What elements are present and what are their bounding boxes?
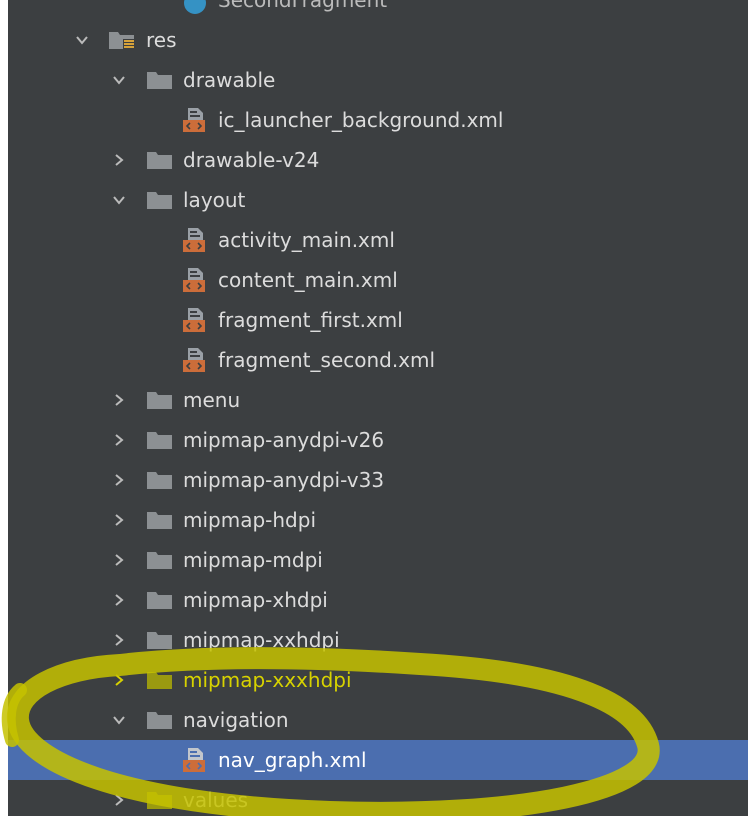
xml-file-icon <box>182 107 206 133</box>
class-icon <box>184 0 206 14</box>
tree-item-secondfragment[interactable]: SecondFragment <box>8 0 748 20</box>
tree-item-mipmap-hdpi[interactable]: mipmap-hdpi <box>8 500 748 540</box>
folder-icon <box>146 630 174 650</box>
tree-item-nav-graph[interactable]: nav_graph.xml <box>8 740 748 780</box>
xml-file-icon <box>182 307 206 333</box>
tree-item-label: mipmap-xhdpi <box>183 588 328 612</box>
tree-item-drawable[interactable]: drawable <box>8 60 748 100</box>
tree-item-label: values <box>183 788 249 812</box>
tree-item-label: ic_launcher_background.xml <box>218 108 504 132</box>
tree-item-layout[interactable]: layout <box>8 180 748 220</box>
tree-item-content-main[interactable]: content_main.xml <box>8 260 748 300</box>
tree-item-label: drawable-v24 <box>183 148 320 172</box>
tree-item-mipmap-xhdpi[interactable]: mipmap-xhdpi <box>8 580 748 620</box>
folder-icon <box>146 70 174 90</box>
folder-icon <box>146 430 174 450</box>
tree-item-label: mipmap-anydpi-v33 <box>183 468 385 492</box>
folder-icon <box>146 510 174 530</box>
xml-file-icon <box>182 347 206 373</box>
folder-icon <box>146 710 174 730</box>
chevron-right-icon[interactable] <box>112 593 126 607</box>
xml-file-icon <box>182 227 206 253</box>
tree-item-label: SecondFragment <box>218 0 388 12</box>
resource-folder-icon <box>108 30 136 50</box>
tree-item-label: menu <box>183 388 241 412</box>
tree-item-label: drawable <box>183 68 276 92</box>
folder-icon <box>146 550 174 570</box>
chevron-down-icon[interactable] <box>112 193 126 207</box>
chevron-right-icon[interactable] <box>112 553 126 567</box>
folder-icon <box>146 470 174 490</box>
tree-item-mipmap-anydpi-v26[interactable]: mipmap-anydpi-v26 <box>8 420 748 460</box>
folder-icon <box>146 670 174 690</box>
tree-item-label: mipmap-xxxhdpi <box>183 668 352 692</box>
folder-icon <box>146 790 174 810</box>
tree-item-label: navigation <box>183 708 289 732</box>
tree-item-res[interactable]: res <box>8 20 748 60</box>
tree-item-label: res <box>146 28 177 52</box>
chevron-right-icon[interactable] <box>112 513 126 527</box>
chevron-down-icon[interactable] <box>112 73 126 87</box>
folder-icon <box>146 590 174 610</box>
tree-item-label: activity_main.xml <box>218 228 395 252</box>
chevron-right-icon[interactable] <box>112 793 126 807</box>
chevron-down-icon[interactable] <box>112 713 126 727</box>
tree-item-mipmap-xxhdpi[interactable]: mipmap-xxhdpi <box>8 620 748 660</box>
chevron-right-icon[interactable] <box>112 633 126 647</box>
tree-item-navigation[interactable]: navigation <box>8 700 748 740</box>
chevron-right-icon[interactable] <box>112 153 126 167</box>
folder-icon <box>146 150 174 170</box>
chevron-right-icon[interactable] <box>112 673 126 687</box>
xml-file-icon <box>182 747 206 773</box>
folder-icon <box>146 190 174 210</box>
tree-item-values[interactable]: values <box>8 780 748 816</box>
tree-item-label: mipmap-mdpi <box>183 548 323 572</box>
chevron-right-icon[interactable] <box>112 433 126 447</box>
folder-icon <box>146 390 174 410</box>
chevron-right-icon[interactable] <box>112 473 126 487</box>
tree-item-label: layout <box>183 188 246 212</box>
xml-file-icon <box>182 267 206 293</box>
tree-item-label: nav_graph.xml <box>218 748 367 772</box>
tree-item-activity-main[interactable]: activity_main.xml <box>8 220 748 260</box>
tree-item-label: fragment_second.xml <box>218 348 436 372</box>
chevron-right-icon[interactable] <box>112 393 126 407</box>
tree-item-mipmap-xxxhdpi[interactable]: mipmap-xxxhdpi <box>8 660 748 700</box>
tree-item-fragment-first[interactable]: fragment_first.xml <box>8 300 748 340</box>
chevron-down-icon[interactable] <box>75 33 89 47</box>
tree-item-drawable-v24[interactable]: drawable-v24 <box>8 140 748 180</box>
tree-item-fragment-second[interactable]: fragment_second.xml <box>8 340 748 380</box>
project-tree-panel: SecondFragment res drawable ic_launcher_… <box>8 0 748 816</box>
tree-item-label: mipmap-hdpi <box>183 508 317 532</box>
tree-item-label: fragment_first.xml <box>218 308 403 332</box>
tree-item-label: mipmap-anydpi-v26 <box>183 428 385 452</box>
tree-item-mipmap-mdpi[interactable]: mipmap-mdpi <box>8 540 748 580</box>
tree-item-mipmap-anydpi-v33[interactable]: mipmap-anydpi-v33 <box>8 460 748 500</box>
tree-item-label: mipmap-xxhdpi <box>183 628 340 652</box>
tree-item-label: content_main.xml <box>218 268 398 292</box>
tree-item-ic-launcher-background[interactable]: ic_launcher_background.xml <box>8 100 748 140</box>
tree-item-menu[interactable]: menu <box>8 380 748 420</box>
